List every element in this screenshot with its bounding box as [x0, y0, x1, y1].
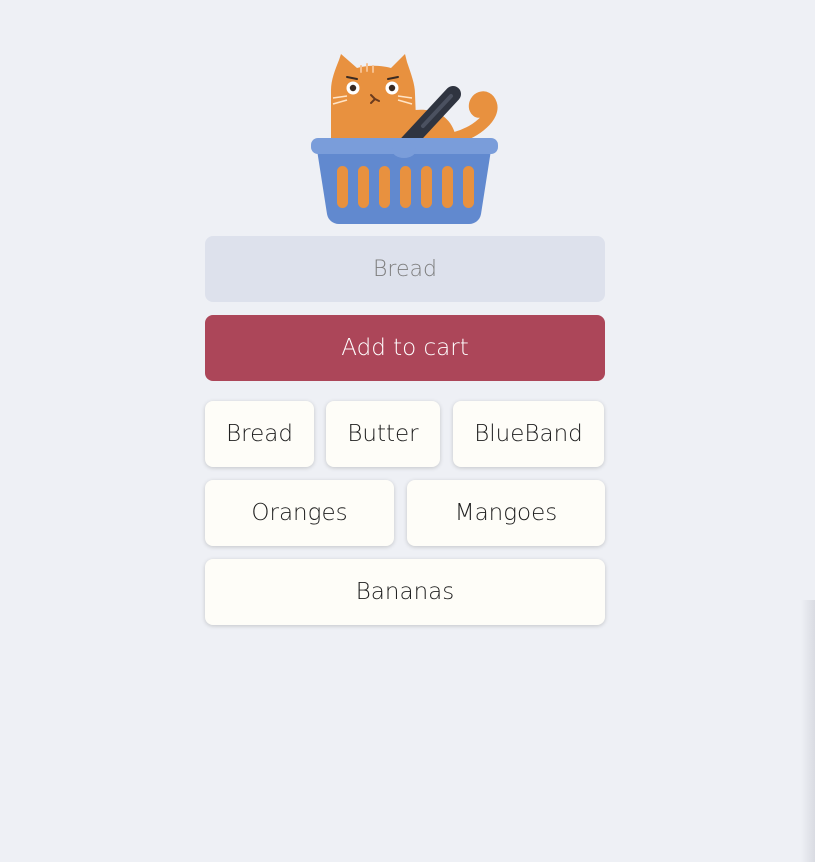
item-blueband[interactable]: BlueBand: [453, 401, 604, 467]
item-mangoes[interactable]: Mangoes: [407, 480, 605, 546]
cat-in-basket-logo: [311, 54, 498, 224]
window-edge-shadow: [801, 600, 815, 862]
item-butter[interactable]: Butter: [326, 401, 440, 467]
item-input[interactable]: [205, 236, 605, 302]
add-to-cart-button[interactable]: Add to cart: [205, 315, 605, 381]
item-bread[interactable]: Bread: [205, 401, 314, 467]
item-oranges[interactable]: Oranges: [205, 480, 394, 546]
item-bananas[interactable]: Bananas: [205, 559, 605, 625]
